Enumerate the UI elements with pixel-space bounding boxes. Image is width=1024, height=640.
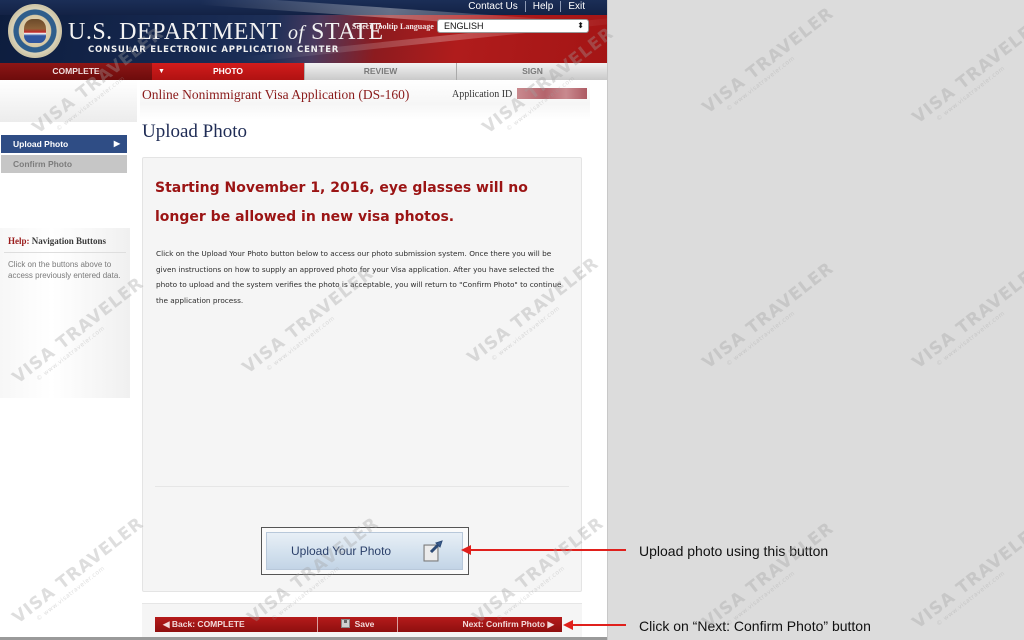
sidebar-item-upload-photo[interactable]: Upload Photo ▶ xyxy=(1,135,127,153)
annotation-arrow-next xyxy=(572,624,626,626)
save-label: Save xyxy=(354,619,375,629)
upload-your-photo-button[interactable]: Upload Your Photo xyxy=(266,532,463,570)
application-title: Online Nonimmigrant Visa Application (DS… xyxy=(142,87,410,102)
tab-label: REVIEW xyxy=(363,66,398,76)
chevron-right-icon: ▶ xyxy=(547,619,554,629)
eagle-icon xyxy=(24,19,46,43)
sidebar-item-confirm-photo: Confirm Photo xyxy=(1,155,127,173)
ds160-page: U.S. DEPARTMENT of STATE CONSULAR ELECTR… xyxy=(0,0,608,640)
annotation-next-caption: Click on “Next: Confirm Photo” button xyxy=(639,618,871,634)
chevron-left-icon: ◀ xyxy=(163,619,170,629)
tooltip-language-value: ENGLISH xyxy=(444,21,484,31)
watermark-subtext: © www.visatraveler.com xyxy=(935,64,1007,123)
progress-tabs: COMPLETE ▼ PHOTO REVIEW SIGN xyxy=(0,63,607,80)
panel-divider xyxy=(155,486,569,487)
application-id-redacted xyxy=(517,88,587,99)
watermark-subtext: © www.visatraveler.com xyxy=(725,309,797,368)
upload-instructions: Click on the Upload Your Photo button be… xyxy=(156,249,562,305)
tab-sign: SIGN xyxy=(456,63,607,80)
tab-photo[interactable]: ▼ PHOTO xyxy=(152,63,304,80)
tooltip-language-label: Select Tooltip Language xyxy=(352,22,434,31)
help-prefix: Help: xyxy=(8,236,30,246)
watermark: VISA TRAVELER © www.visatraveler.com xyxy=(699,3,842,123)
help-box: Help: Navigation Buttons Click on the bu… xyxy=(0,228,130,398)
watermark-text: VISA TRAVELER xyxy=(698,258,838,374)
watermark-text: VISA TRAVELER xyxy=(908,258,1024,374)
help-divider xyxy=(4,252,126,253)
department-title: U.S. DEPARTMENT of STATE xyxy=(68,19,384,46)
help-text: Click on the buttons above to access pre… xyxy=(8,260,121,280)
department-title-of: of xyxy=(287,22,305,44)
back-label: Back: COMPLETE xyxy=(171,619,245,629)
watermark: VISA TRAVELER © www.visatraveler.com xyxy=(909,13,1024,133)
annotation-upload-caption: Upload photo using this button xyxy=(639,543,829,559)
upload-arrow-icon xyxy=(423,540,443,562)
department-subtitle: CONSULAR ELECTRONIC APPLICATION CENTER xyxy=(88,45,340,55)
left-header-shade xyxy=(0,80,137,122)
back-complete-button[interactable]: ◀ Back: COMPLETE xyxy=(155,617,318,632)
upload-photo-panel: Starting November 1, 2016, eye glasses w… xyxy=(142,157,582,592)
tab-complete[interactable]: COMPLETE xyxy=(0,63,152,80)
tooltip-language-select[interactable]: ENGLISH ⬍ xyxy=(437,19,589,33)
department-seal-icon xyxy=(8,4,62,58)
sidebar-item-label: Confirm Photo xyxy=(13,159,73,169)
tab-label: SIGN xyxy=(522,66,543,76)
caret-down-icon: ▼ xyxy=(158,68,165,75)
footer-button-bar: ◀ Back: COMPLETE Save Next: Confirm Phot… xyxy=(155,617,562,632)
eyeglasses-notice: Starting November 1, 2016, eye glasses w… xyxy=(155,180,528,225)
help-title-text: Navigation Buttons xyxy=(31,236,107,246)
select-arrows-icon: ⬍ xyxy=(577,21,584,30)
watermark-text: VISA TRAVELER xyxy=(698,518,838,634)
help-title: Help: Navigation Buttons xyxy=(8,236,106,246)
next-label: Next: Confirm Photo xyxy=(462,619,546,629)
floppy-disk-icon xyxy=(340,619,350,628)
watermark: VISA TRAVELER © www.visatraveler.com xyxy=(909,518,1024,638)
watermark: VISA TRAVELER © www.visatraveler.com xyxy=(699,258,842,378)
contact-us-link[interactable]: Contact Us xyxy=(461,1,524,12)
upload-button-label: Upload Your Photo xyxy=(291,544,392,558)
watermark: VISA TRAVELER © www.visatraveler.com xyxy=(909,258,1024,378)
tab-label: PHOTO xyxy=(212,66,244,76)
department-title-main: U.S. DEPARTMENT xyxy=(68,19,282,45)
exit-link[interactable]: Exit xyxy=(561,1,592,12)
watermark-subtext: © www.visatraveler.com xyxy=(935,569,1007,628)
top-links: Contact Us Help Exit xyxy=(461,1,592,12)
next-confirm-photo-button[interactable]: Next: Confirm Photo ▶ xyxy=(398,617,562,632)
side-navigation: Upload Photo ▶ Confirm Photo xyxy=(1,135,127,175)
annotation-arrow-upload xyxy=(470,549,626,551)
watermark-text: VISA TRAVELER xyxy=(908,13,1024,129)
upload-button-frame: Upload Your Photo xyxy=(261,527,469,575)
tab-review: REVIEW xyxy=(304,63,456,80)
tab-label: COMPLETE xyxy=(52,66,100,76)
sidebar-item-label: Upload Photo xyxy=(13,139,69,149)
watermark-subtext: © www.visatraveler.com xyxy=(725,54,797,113)
application-id-label: Application ID xyxy=(452,89,513,100)
watermark-text: VISA TRAVELER xyxy=(908,518,1024,634)
page-title: Upload Photo xyxy=(142,121,248,142)
watermark-subtext: © www.visatraveler.com xyxy=(935,309,1007,368)
header-banner: U.S. DEPARTMENT of STATE CONSULAR ELECTR… xyxy=(0,0,607,63)
watermark-text: VISA TRAVELER xyxy=(698,3,838,119)
save-button[interactable]: Save xyxy=(318,617,398,632)
chevron-right-icon: ▶ xyxy=(113,139,120,148)
help-link[interactable]: Help xyxy=(526,1,561,12)
